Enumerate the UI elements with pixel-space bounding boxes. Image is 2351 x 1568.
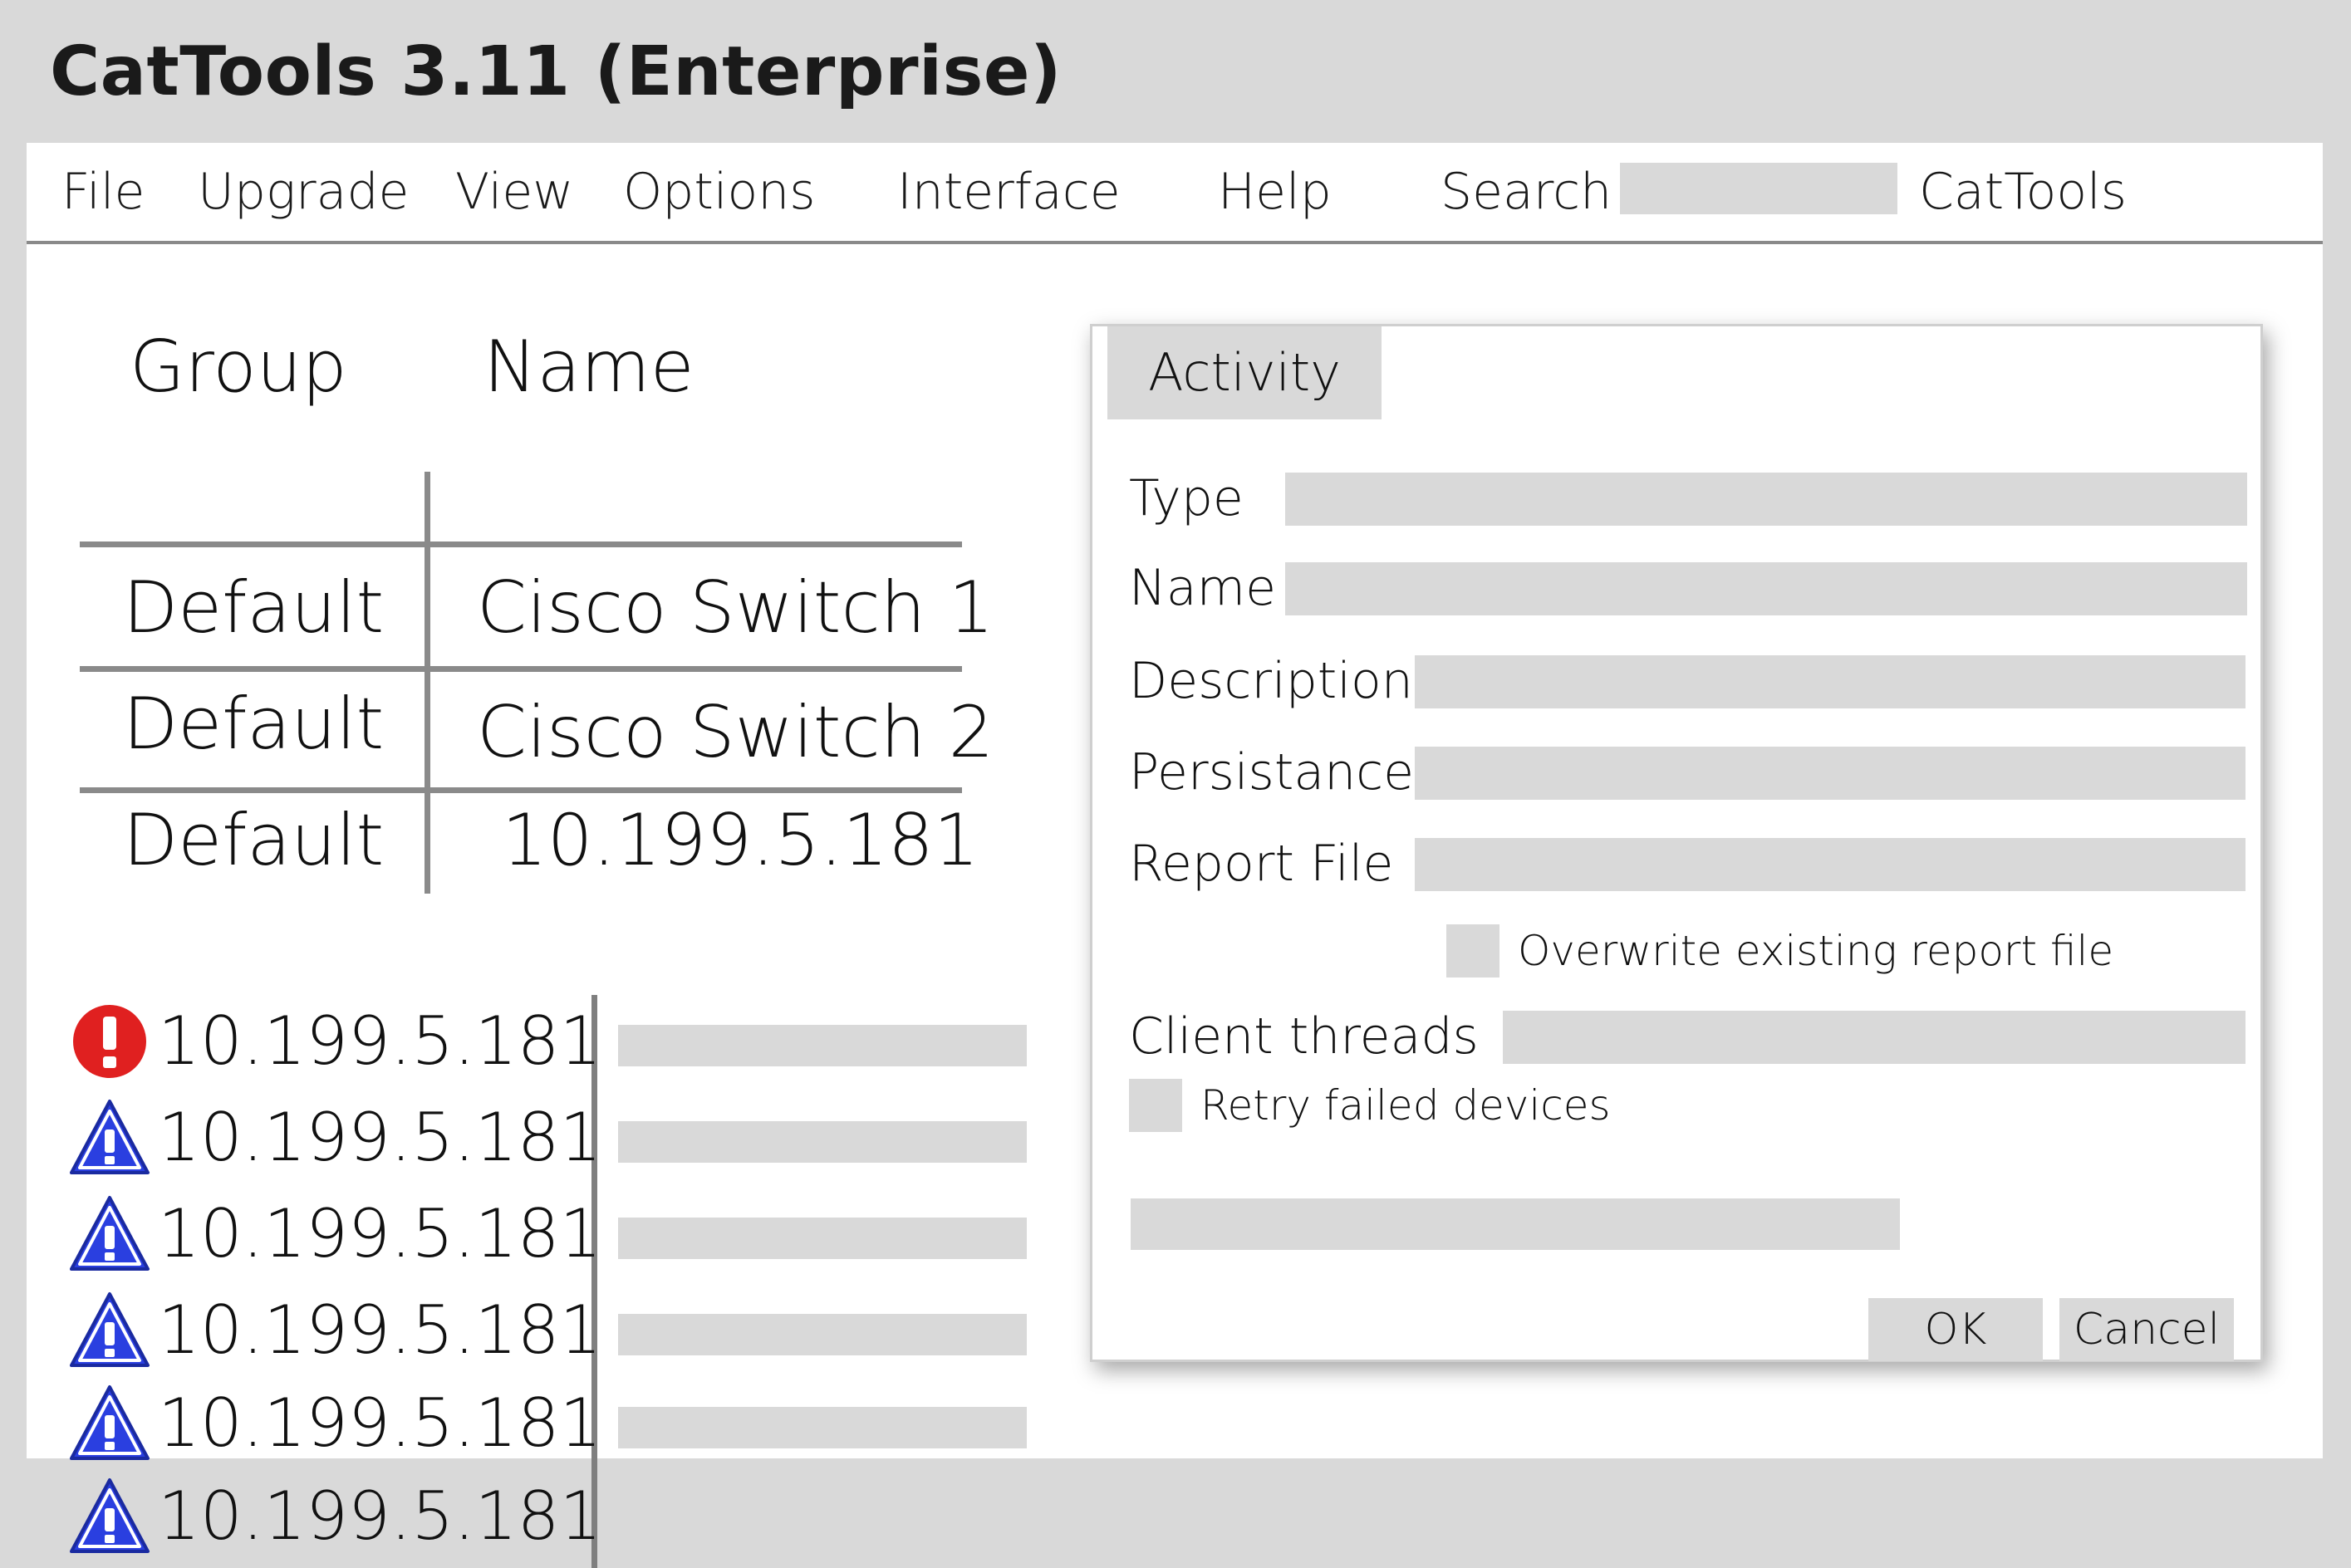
menu-cattools[interactable]: CatTools <box>1919 143 2127 241</box>
table-cell-name: Cisco Switch 1 <box>477 566 994 649</box>
log-ip: 10.199.5.181 <box>158 1099 602 1176</box>
log-ip: 10.199.5.181 <box>158 1384 602 1462</box>
log-message <box>618 1121 1027 1163</box>
main-window: File Upgrade View Options Interface Help… <box>27 143 2323 1568</box>
menu-view[interactable]: View <box>455 143 573 241</box>
report-file-field[interactable] <box>1415 838 2245 891</box>
log-row[interactable]: 10.199.5.181 <box>68 1096 1065 1179</box>
overwrite-label: Overwrite existing report file <box>1518 927 2114 975</box>
log-ip: 10.199.5.181 <box>158 1195 602 1272</box>
type-label: Type <box>1129 469 1244 527</box>
ok-button[interactable]: OK <box>1868 1298 2043 1361</box>
client-threads-field[interactable] <box>1503 1011 2245 1064</box>
warning-icon <box>70 1478 150 1553</box>
error-icon <box>73 1005 146 1078</box>
table-divider <box>80 541 962 547</box>
log-row[interactable]: 10.199.5.181 <box>68 1382 1065 1465</box>
log-row[interactable]: 10.199.5.181 <box>68 1289 1065 1372</box>
activity-dialog: Activity Type Name Description Persistan… <box>1090 324 2263 1362</box>
app-title: CatTools 3.11 (Enterprise) <box>50 32 1063 111</box>
warning-icon <box>70 1292 150 1367</box>
name-label: Name <box>1129 559 1277 617</box>
retry-label: Retry failed devices <box>1200 1081 1611 1129</box>
description-label: Description <box>1129 652 1413 710</box>
table-cell-name: Cisco Switch 2 <box>477 691 994 774</box>
type-field[interactable] <box>1285 473 2247 526</box>
log-message <box>618 1314 1027 1355</box>
menu-help[interactable]: Help <box>1218 143 1332 241</box>
log-row[interactable]: 10.199.5.181 <box>68 1000 1065 1083</box>
retry-checkbox[interactable] <box>1129 1079 1182 1132</box>
description-field[interactable] <box>1415 655 2245 708</box>
search-input[interactable] <box>1620 163 1897 214</box>
log-ip: 10.199.5.181 <box>158 1002 602 1080</box>
column-divider <box>425 472 430 894</box>
menu-interface[interactable]: Interface <box>897 143 1121 241</box>
table-divider <box>80 787 962 793</box>
persistance-field[interactable] <box>1415 747 2245 800</box>
log-message <box>618 1407 1027 1448</box>
log-message <box>618 1218 1027 1259</box>
log-row[interactable]: 10.199.5.181 <box>68 1193 1065 1276</box>
table-cell-group: Default <box>123 566 385 649</box>
menu-options[interactable]: Options <box>623 143 816 241</box>
warning-icon <box>70 1196 150 1271</box>
log-message <box>618 1500 1027 1541</box>
search-label: Search <box>1441 163 1612 221</box>
overwrite-checkbox[interactable] <box>1446 924 1499 978</box>
activity-log: 10.199.5.181 10.199.5.181 10.199.5.181 1… <box>68 849 1065 1568</box>
tab-activity[interactable]: Activity <box>1107 326 1382 419</box>
report-file-label: Report File <box>1129 835 1394 893</box>
log-row[interactable]: 10.199.5.181 <box>68 1475 1065 1558</box>
menubar: File Upgrade View Options Interface Help… <box>27 143 2323 244</box>
menu-file[interactable]: File <box>61 143 145 241</box>
column-header-group[interactable]: Group <box>130 326 347 409</box>
device-table: Group Name Default Cisco Switch 1 Defaul… <box>53 307 994 905</box>
table-cell-group: Default <box>123 683 385 766</box>
status-bar <box>1131 1198 1900 1250</box>
cancel-button[interactable]: Cancel <box>2059 1298 2234 1361</box>
log-message <box>618 1025 1027 1066</box>
name-field[interactable] <box>1285 562 2247 615</box>
warning-icon <box>70 1385 150 1460</box>
menu-upgrade[interactable]: Upgrade <box>198 143 409 241</box>
log-ip: 10.199.5.181 <box>158 1291 602 1369</box>
warning-icon <box>70 1100 150 1174</box>
log-ip: 10.199.5.181 <box>158 1477 602 1555</box>
persistance-label: Persistance <box>1129 743 1415 801</box>
table-divider <box>80 666 962 672</box>
column-header-name[interactable]: Name <box>483 326 695 409</box>
client-threads-label: Client threads <box>1129 1007 1479 1066</box>
